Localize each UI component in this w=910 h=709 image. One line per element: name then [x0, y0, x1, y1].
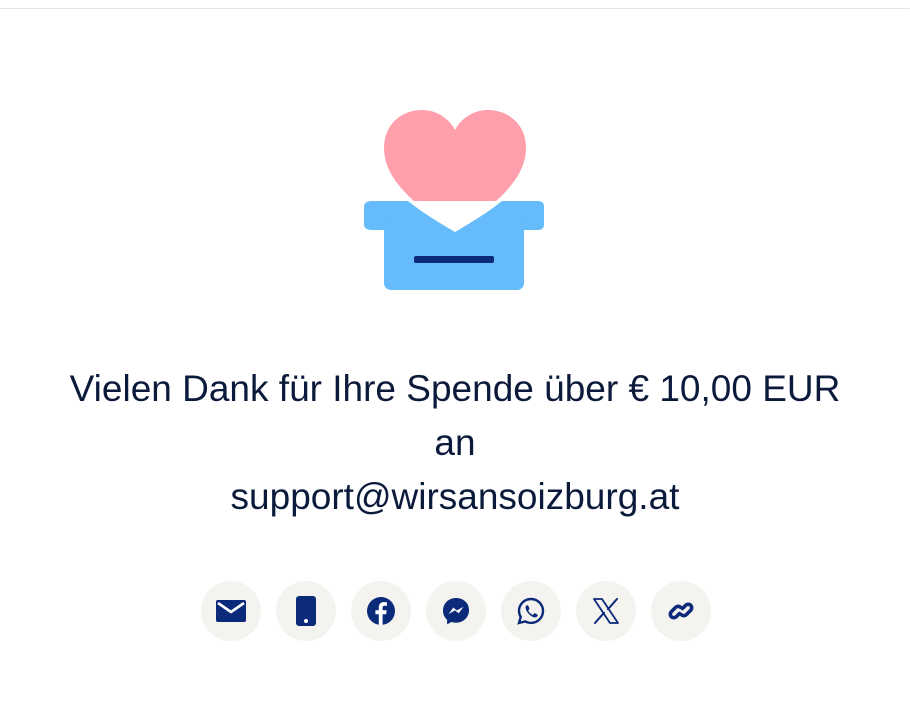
link-icon: [668, 602, 694, 620]
share-sms-button[interactable]: [276, 581, 336, 641]
x-icon: [593, 598, 619, 624]
mobile-phone-icon: [296, 596, 316, 626]
copy-link-button[interactable]: [651, 581, 711, 641]
thank-you-line: Vielen Dank für Ihre Spende über € 10,00…: [69, 368, 841, 409]
recipient-email: support@wirsansoizburg.at: [230, 476, 680, 517]
thank-you-message: Vielen Dank für Ihre Spende über € 10,00…: [0, 362, 910, 524]
share-buttons: [0, 581, 910, 641]
messenger-icon: [443, 598, 469, 625]
share-messenger-button[interactable]: [426, 581, 486, 641]
share-facebook-button[interactable]: [351, 581, 411, 641]
whatsapp-icon: [517, 597, 545, 625]
donation-box-heart-illustration: [364, 110, 544, 290]
facebook-icon: [367, 597, 395, 625]
share-email-button[interactable]: [201, 581, 261, 641]
email-icon: [216, 600, 246, 622]
thank-you-connector: an: [434, 422, 476, 463]
share-x-button[interactable]: [576, 581, 636, 641]
share-whatsapp-button[interactable]: [501, 581, 561, 641]
